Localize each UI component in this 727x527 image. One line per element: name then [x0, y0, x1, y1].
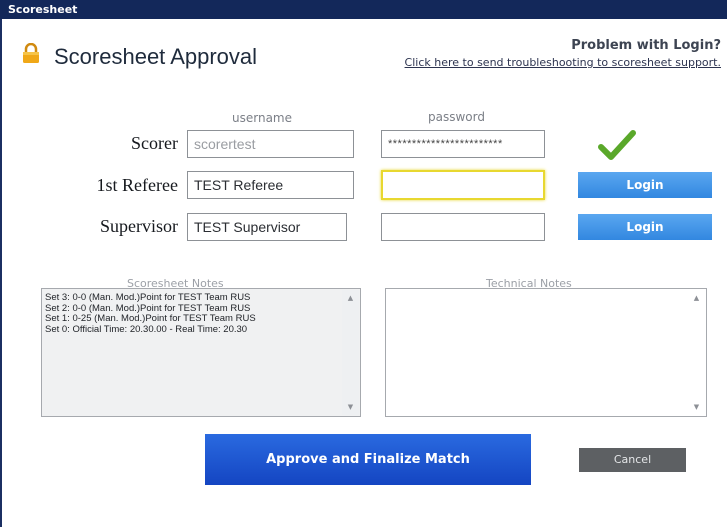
scroll-down-icon[interactable]: ▼	[688, 403, 705, 411]
technical-notes-box[interactable]: ▲ ▼	[385, 288, 707, 417]
supervisor-username-field[interactable]: TEST Supervisor	[187, 213, 347, 241]
scoresheet-notes-scrollbar[interactable]: ▲ ▼	[342, 290, 359, 415]
scroll-up-icon[interactable]: ▲	[342, 294, 359, 302]
scoresheet-notes-box[interactable]: Set 3: 0-0 (Man. Mod.)Point for TEST Tea…	[41, 288, 361, 417]
supervisor-password-field[interactable]	[381, 213, 545, 241]
page-title: Scoresheet Approval	[54, 44, 258, 69]
row-label-scorer: Scorer	[131, 133, 178, 153]
scorer-username-field[interactable]: scorertest	[187, 130, 354, 158]
window-titlebar: Scoresheet	[0, 0, 727, 19]
technical-notes-scrollbar[interactable]: ▲ ▼	[688, 290, 705, 415]
check-icon	[598, 130, 636, 160]
lock-icon	[23, 43, 39, 63]
login-problem-text: Problem with Login?	[571, 38, 721, 53]
referee-username-field[interactable]: TEST Referee	[187, 171, 354, 199]
password-column-label: password	[428, 110, 485, 124]
row-label-first-referee: 1st Referee	[96, 175, 178, 195]
row-label-supervisor: Supervisor	[100, 216, 178, 236]
cancel-button[interactable]: Cancel	[579, 448, 686, 472]
scorer-password-field[interactable]: ************************	[381, 130, 545, 158]
approve-finalize-button[interactable]: Approve and Finalize Match	[205, 434, 531, 485]
scroll-up-icon[interactable]: ▲	[688, 294, 705, 302]
support-link[interactable]: Click here to send troubleshooting to sc…	[405, 56, 721, 69]
referee-login-button[interactable]: Login	[578, 172, 712, 198]
scoresheet-notes-text: Set 3: 0-0 (Man. Mod.)Point for TEST Tea…	[45, 292, 340, 336]
referee-password-field[interactable]	[381, 170, 545, 200]
scroll-down-icon[interactable]: ▼	[342, 403, 359, 411]
notes-line: Set 0: Official Time: 20.30.00 - Real Ti…	[45, 324, 248, 336]
username-column-label: username	[232, 111, 292, 125]
supervisor-login-button[interactable]: Login	[578, 214, 712, 240]
